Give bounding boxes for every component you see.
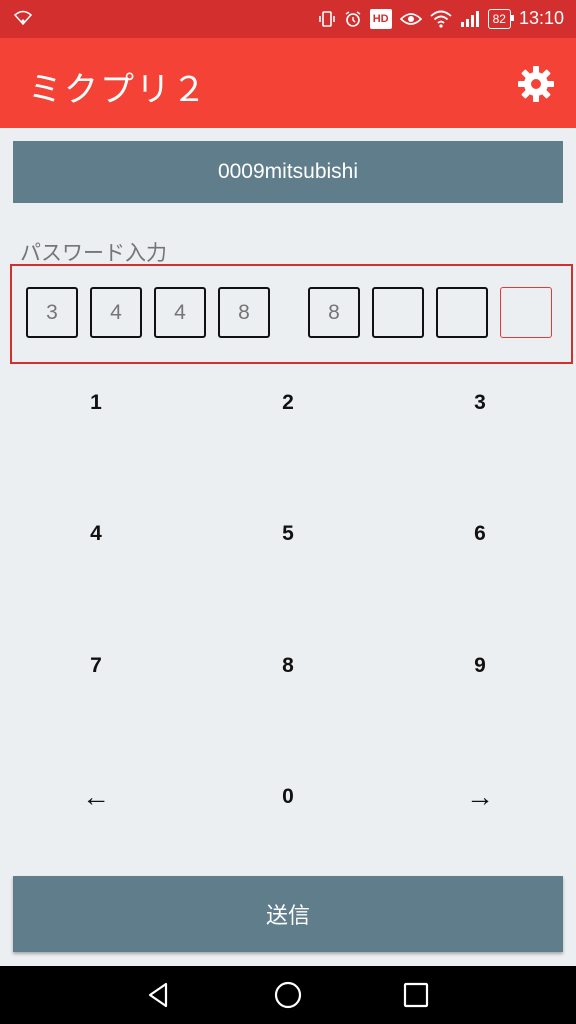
key-6[interactable]: 6 — [420, 504, 540, 564]
home-icon[interactable] — [271, 978, 305, 1012]
wifi-hotspot-icon — [13, 10, 33, 31]
back-icon[interactable] — [142, 978, 176, 1012]
password-digit-6[interactable] — [372, 287, 424, 338]
key-1[interactable]: 1 — [36, 373, 156, 433]
password-label: パスワード入力 — [20, 241, 167, 265]
app-title: ミクプリ２ — [28, 70, 208, 110]
submit-button-label: 送信 — [265, 904, 310, 929]
password-digit-3[interactable]: 4 — [154, 287, 206, 338]
key-5[interactable]: 5 — [228, 504, 348, 564]
alarm-icon — [344, 9, 362, 29]
clock-time: 13:10 — [518, 8, 564, 28]
eye-icon — [399, 9, 422, 29]
key-left-arrow[interactable]: ← — [36, 767, 156, 827]
gear-icon[interactable] — [516, 64, 556, 104]
key-2[interactable]: 2 — [228, 373, 348, 433]
key-4[interactable]: 4 — [36, 504, 156, 564]
battery-icon: 82 — [487, 8, 515, 29]
navigation-bar — [0, 966, 576, 1024]
recent-apps-icon[interactable] — [399, 978, 433, 1012]
password-digit-4[interactable]: 8 — [218, 287, 270, 338]
status-bar: HD 82 13:10 — [0, 0, 576, 38]
key-9[interactable]: 9 — [420, 636, 540, 696]
hd-icon: HD — [369, 8, 392, 29]
password-digit-2[interactable]: 4 — [90, 287, 142, 338]
key-0[interactable]: 0 — [228, 767, 348, 827]
submit-button[interactable]: 送信 — [13, 876, 563, 952]
key-8[interactable]: 8 — [228, 636, 348, 696]
password-input-group: 3 4 4 8 8 — [10, 264, 573, 364]
user-name-bar: 0009mitsubishi — [13, 141, 563, 203]
app-bar: ミクプリ２ — [0, 38, 576, 128]
key-right-arrow[interactable]: → — [420, 767, 540, 827]
password-digit-1[interactable]: 3 — [26, 287, 78, 338]
key-7[interactable]: 7 — [36, 636, 156, 696]
password-digit-8[interactable] — [500, 287, 552, 338]
key-3[interactable]: 3 — [420, 373, 540, 433]
password-digit-5[interactable]: 8 — [308, 287, 360, 338]
password-digit-7[interactable] — [436, 287, 488, 338]
user-name: 0009mitsubishi — [217, 160, 359, 183]
signal-icon — [460, 9, 480, 29]
vibrate-icon — [318, 9, 336, 29]
wifi-icon — [429, 9, 452, 29]
